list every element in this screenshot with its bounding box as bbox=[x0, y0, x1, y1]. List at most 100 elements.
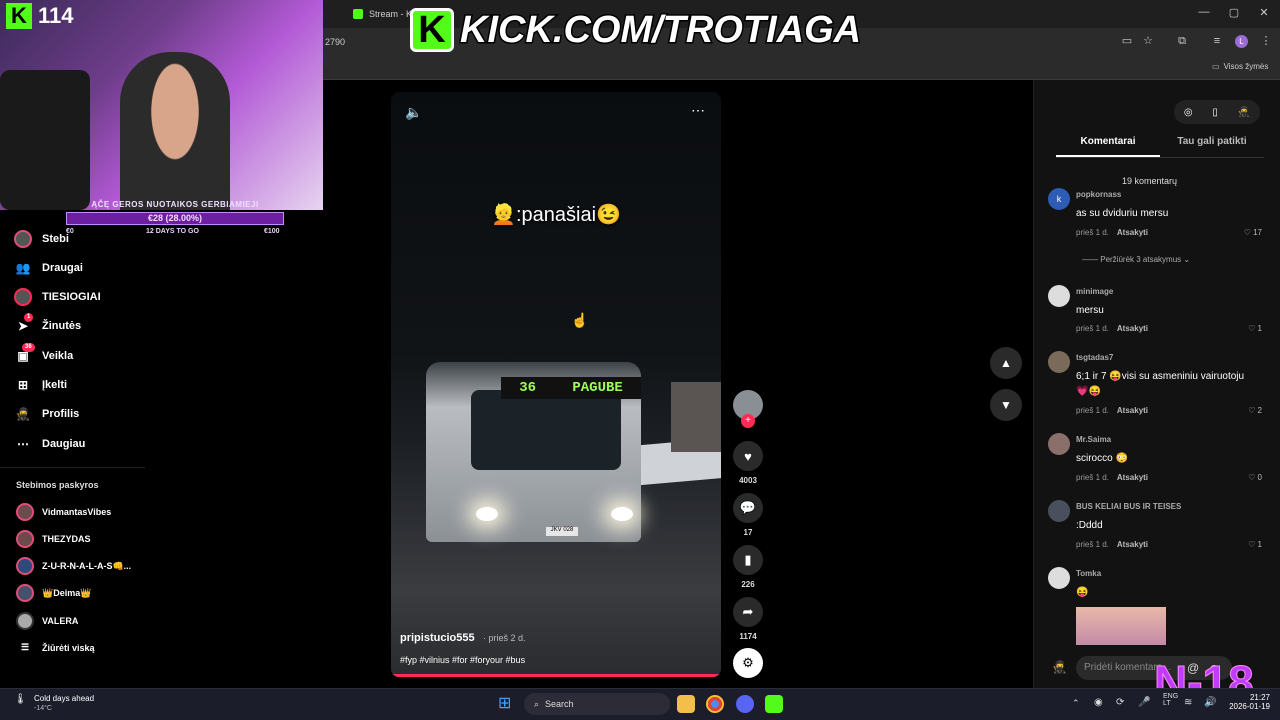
profile-avatar[interactable]: L bbox=[1235, 35, 1248, 48]
nav-item-friends[interactable]: 👥 Draugai bbox=[14, 259, 83, 277]
taskbar-search[interactable]: ⌕ Search bbox=[524, 693, 670, 715]
clock[interactable]: 21:27 2026-01-19 bbox=[1226, 693, 1270, 711]
nav-item-more[interactable]: ⋯ Daugiau bbox=[14, 435, 85, 453]
nav-item-activity[interactable]: ▣ 36 Veikla bbox=[14, 343, 74, 365]
maximize-button[interactable]: ▢ bbox=[1226, 6, 1242, 19]
video-author[interactable]: pripistucio555 bbox=[400, 632, 475, 644]
like-count: 4003 bbox=[739, 476, 757, 485]
start-icon[interactable]: ⊞ bbox=[498, 695, 516, 713]
comment-like[interactable]: ♡ 17 bbox=[1232, 228, 1262, 237]
thermometer-icon: 🌡 bbox=[14, 694, 27, 705]
nav-item-profile[interactable]: 🥷 Profilis bbox=[14, 405, 80, 423]
weather-title[interactable]: Cold days ahead bbox=[34, 694, 94, 703]
view-replies-button[interactable]: —— Peržiūrėk 3 atsakymus ⌄ bbox=[1082, 255, 1190, 264]
video-tags[interactable]: #fyp #vilnius #for #foryour #bus bbox=[400, 655, 525, 665]
comment-like[interactable]: ♡ 0 bbox=[1232, 473, 1262, 482]
avatar[interactable] bbox=[1048, 285, 1070, 307]
discord-icon[interactable] bbox=[736, 695, 754, 713]
nav-label: Veikla bbox=[42, 350, 74, 362]
language-indicator[interactable]: ENG LT bbox=[1163, 693, 1178, 707]
minimize-button[interactable]: — bbox=[1196, 6, 1212, 18]
chevron-down-icon: ▼ bbox=[1000, 398, 1012, 412]
media-icon[interactable]: ≡ bbox=[1210, 34, 1224, 48]
comment-user[interactable]: minimage bbox=[1076, 287, 1113, 296]
video-player[interactable]: 36 PAGUBE JKV 028 👱:panašiai😉 🔈 ⋯ pripis… bbox=[391, 92, 721, 677]
phone-icon[interactable]: ▯ bbox=[1212, 107, 1218, 118]
comments-tabs: Komentarai Tau gali patikti bbox=[1056, 136, 1264, 158]
like-count: 0 bbox=[1257, 473, 1262, 482]
avatar[interactable] bbox=[1048, 351, 1070, 373]
comment-button[interactable]: 💬 17 bbox=[733, 493, 763, 537]
sync-icon[interactable]: ⟳ bbox=[1116, 697, 1124, 708]
user-avatar[interactable]: 🥷 bbox=[1238, 107, 1250, 118]
comment-like[interactable]: ♡ 1 bbox=[1232, 324, 1262, 333]
following-item[interactable]: THEZYDAS bbox=[16, 530, 91, 548]
following-item[interactable]: 👑Deima👑 bbox=[16, 584, 91, 602]
star-icon[interactable]: ☆ bbox=[1141, 34, 1155, 48]
avatar bbox=[16, 557, 34, 575]
close-button[interactable]: ✕ bbox=[1256, 6, 1272, 19]
menu-icon[interactable]: ⋮ bbox=[1259, 34, 1273, 48]
reply-button[interactable]: Atsakyti bbox=[1117, 406, 1148, 415]
following-item[interactable]: Z-U-R-N-A-L-A-S👊... bbox=[16, 557, 131, 575]
nav-item-following[interactable]: Stebi bbox=[14, 230, 69, 248]
file-explorer-icon[interactable] bbox=[677, 695, 695, 713]
volume-icon[interactable]: 🔊 bbox=[1204, 697, 1216, 708]
chevron-up-icon[interactable]: ⌃ bbox=[1072, 698, 1080, 709]
comment-user[interactable]: Mr.Saima bbox=[1076, 435, 1111, 444]
extensions-icon[interactable]: ⧉ bbox=[1175, 34, 1189, 48]
keyboard-layout: LT bbox=[1163, 700, 1171, 707]
volume-icon[interactable]: 🔈 bbox=[405, 104, 422, 121]
following-item[interactable]: VidmantasVibes bbox=[16, 503, 111, 521]
comment-user[interactable]: tsgtadas7 bbox=[1076, 353, 1113, 362]
nav-item-messages[interactable]: ➤ 1 Žinutės bbox=[14, 313, 81, 335]
more-options-icon[interactable]: ⋯ bbox=[691, 102, 705, 119]
nav-item-upload[interactable]: ⊞ Įkelti bbox=[14, 376, 67, 394]
avatar[interactable]: k bbox=[1048, 188, 1070, 210]
comment-like[interactable]: ♡ 2 bbox=[1232, 406, 1262, 415]
creator-avatar[interactable]: + bbox=[733, 390, 763, 428]
comment-user[interactable]: BUS KELIAI BUS IR TEISES bbox=[1076, 502, 1181, 511]
comment-user[interactable]: Tomka bbox=[1076, 569, 1101, 578]
reply-button[interactable]: Atsakyti bbox=[1117, 473, 1148, 482]
share-count: 1174 bbox=[739, 632, 757, 641]
microphone-icon[interactable]: 🎤 bbox=[1138, 697, 1150, 708]
network-icon[interactable]: ◉ bbox=[1094, 697, 1103, 708]
avatar bbox=[16, 612, 34, 630]
avatar[interactable] bbox=[1048, 433, 1070, 455]
music-disc[interactable]: ⚙ bbox=[733, 648, 763, 678]
video-progress[interactable] bbox=[391, 674, 721, 677]
comment-text: mersu bbox=[1076, 305, 1104, 316]
comment-image[interactable] bbox=[1076, 607, 1166, 645]
all-bookmarks[interactable]: ▭ Visos žymės bbox=[1212, 62, 1268, 71]
reply-button[interactable]: Atsakyti bbox=[1117, 228, 1148, 237]
language-code: ENG bbox=[1163, 693, 1179, 700]
tab-comments[interactable]: Komentarai bbox=[1056, 136, 1160, 157]
following-item[interactable]: VALERA bbox=[16, 612, 78, 630]
follow-plus-icon[interactable]: + bbox=[741, 414, 755, 428]
save-button[interactable]: ▮ 226 bbox=[733, 545, 763, 589]
compass-icon[interactable]: ◎ bbox=[1184, 107, 1193, 118]
avatar[interactable] bbox=[1048, 500, 1070, 522]
avatar[interactable] bbox=[1048, 567, 1070, 589]
previous-video-button[interactable]: ▲ bbox=[990, 347, 1022, 379]
next-video-button[interactable]: ▼ bbox=[990, 389, 1022, 421]
address-bar[interactable]: 2790 bbox=[325, 37, 345, 47]
see-all-link[interactable]: ☰ Žiūrėti viską bbox=[16, 642, 95, 653]
reply-button[interactable]: Atsakyti bbox=[1117, 324, 1148, 333]
share-button[interactable]: ➦ 1174 bbox=[733, 597, 763, 641]
panel-toolbar: ◎ ▯ 🥷 bbox=[1174, 100, 1260, 124]
goal-start: €0 bbox=[66, 228, 74, 235]
comment-user[interactable]: popkornass bbox=[1076, 190, 1121, 199]
cast-icon[interactable]: ▭ bbox=[1120, 34, 1134, 48]
nav-item-live[interactable]: TIESIOGIAI bbox=[14, 288, 101, 306]
reply-button[interactable]: Atsakyti bbox=[1117, 540, 1148, 549]
app-icon[interactable] bbox=[765, 695, 783, 713]
wifi-icon[interactable]: ≋ bbox=[1184, 697, 1192, 708]
messages-badge: 1 bbox=[24, 313, 34, 322]
comment-like[interactable]: ♡ 1 bbox=[1232, 540, 1262, 549]
chrome-icon[interactable] bbox=[706, 695, 724, 713]
like-button[interactable]: ♥ 4003 bbox=[733, 441, 763, 485]
tab-you-may-like[interactable]: Tau gali patikti bbox=[1160, 136, 1264, 157]
headlight bbox=[611, 507, 633, 521]
